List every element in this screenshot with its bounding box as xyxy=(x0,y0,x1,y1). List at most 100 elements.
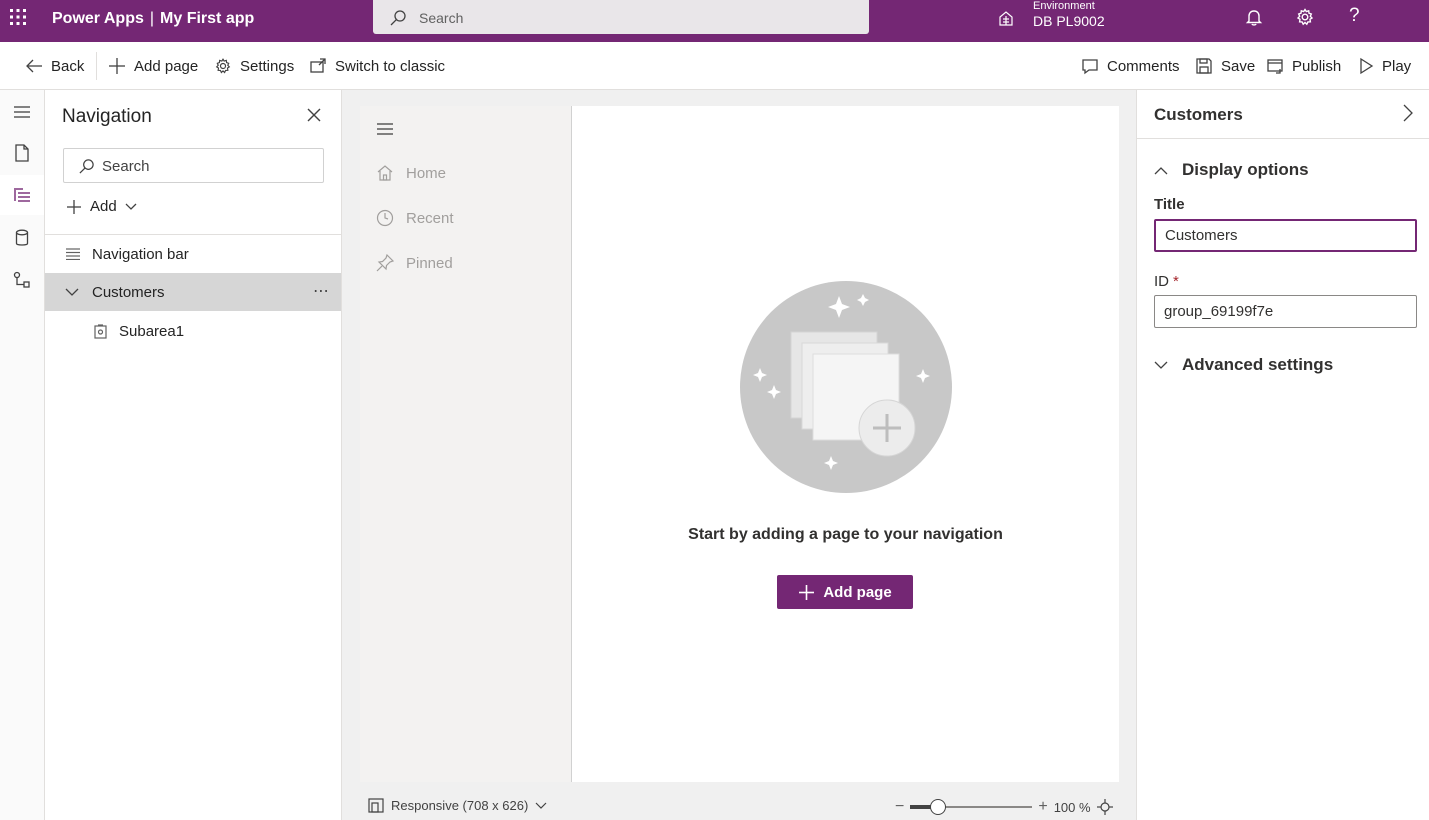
add-page-button[interactable]: Add page xyxy=(777,575,913,609)
app-name[interactable]: My First app xyxy=(160,10,254,27)
chevron-right-icon[interactable] xyxy=(1403,104,1413,122)
rail-navigation-button[interactable] xyxy=(0,175,44,215)
screen-size-dropdown[interactable]: Responsive (708 x 626) xyxy=(368,798,547,813)
rail-pages-button[interactable] xyxy=(0,133,44,173)
properties-panel-title: Customers xyxy=(1154,105,1243,124)
command-divider xyxy=(96,52,97,80)
more-options-icon[interactable]: ⋯ xyxy=(313,281,329,301)
app-launcher-waffle-icon[interactable] xyxy=(8,7,30,29)
tree-item-subarea1[interactable]: Subarea1 xyxy=(45,312,341,350)
global-search-box[interactable]: Search xyxy=(373,0,869,34)
zoom-out-button[interactable]: − xyxy=(895,798,904,816)
advanced-settings-section-toggle[interactable]: Advanced settings xyxy=(1154,355,1333,375)
help-icon[interactable]: ? xyxy=(1349,5,1360,27)
add-dropdown-button[interactable]: Add xyxy=(66,198,137,215)
sitemap-item-label: Home xyxy=(406,164,447,182)
tree-item-label: Customers xyxy=(92,283,165,301)
plus-icon xyxy=(108,57,126,75)
environment-label: Environment xyxy=(1033,0,1095,12)
back-button[interactable]: Back xyxy=(25,42,84,90)
hamburger-icon[interactable] xyxy=(376,122,394,136)
app-preview: Home Recent Pinned Start by adding a pag… xyxy=(360,106,1119,782)
play-command[interactable]: Play xyxy=(1358,42,1411,90)
chevron-down-icon[interactable] xyxy=(65,288,79,297)
save-label: Save xyxy=(1221,57,1256,75)
navigation-search-input[interactable]: Search xyxy=(63,148,324,183)
home-icon xyxy=(376,164,394,182)
sitemap-item-label: Recent xyxy=(406,209,454,227)
display-options-section-toggle[interactable]: Display options xyxy=(1154,160,1309,180)
switch-classic-label: Switch to classic xyxy=(335,57,446,75)
settings-command[interactable]: Settings xyxy=(214,42,294,90)
tree-item-label: Subarea1 xyxy=(119,322,185,340)
notifications-bell-icon[interactable] xyxy=(1244,7,1264,27)
divider xyxy=(1137,138,1429,139)
list-icon xyxy=(65,248,81,260)
top-bar: Power Apps | My First app Search Environme… xyxy=(0,0,1429,42)
add-page-command[interactable]: Add page xyxy=(108,42,198,90)
plus-icon xyxy=(66,199,82,215)
comment-icon xyxy=(1081,57,1099,75)
data-icon xyxy=(15,229,29,247)
save-icon xyxy=(1195,57,1213,75)
gear-icon xyxy=(214,57,232,75)
arrow-left-icon xyxy=(25,57,43,75)
zoom-level: 100 % xyxy=(1053,799,1091,815)
open-external-icon xyxy=(309,57,327,75)
add-page-label: Add page xyxy=(134,57,199,75)
canvas-status-bar: Responsive (708 x 626) − + 100 % xyxy=(342,795,1136,820)
empty-state-message: Start by adding a page to your navigatio… xyxy=(688,526,1003,543)
page-icon xyxy=(14,144,30,162)
comments-label: Comments xyxy=(1107,57,1180,75)
back-label: Back xyxy=(51,57,85,75)
subarea-icon xyxy=(94,323,107,339)
fit-to-screen-icon[interactable] xyxy=(1096,799,1113,815)
rail-data-button[interactable] xyxy=(0,218,44,258)
id-label-text: ID xyxy=(1154,273,1169,290)
title-separator: | xyxy=(149,10,155,27)
product-name: Power Apps xyxy=(52,10,144,27)
save-command[interactable]: Save xyxy=(1195,42,1255,90)
settings-gear-icon[interactable] xyxy=(1295,7,1315,27)
environment-icon xyxy=(997,9,1015,27)
sitemap-item-recent[interactable]: Recent xyxy=(376,209,454,227)
command-bar: Back Add page Settings Switch to classic… xyxy=(0,42,1429,90)
sitemap-item-home[interactable]: Home xyxy=(376,164,446,182)
id-input[interactable] xyxy=(1154,295,1417,328)
search-placeholder: Search xyxy=(419,10,464,26)
required-indicator: * xyxy=(1173,273,1179,290)
properties-panel: Customers Display options Title ID* Adva… xyxy=(1136,90,1429,820)
app-title: Power Apps | My First app xyxy=(52,10,254,28)
tree-item-label: Navigation bar xyxy=(92,245,189,263)
environment-name[interactable]: DB PL9002 xyxy=(1033,13,1105,29)
sitemap-item-pinned[interactable]: Pinned xyxy=(376,254,453,272)
tree-item-navigation-bar[interactable]: Navigation bar xyxy=(45,235,341,273)
search-placeholder: Search xyxy=(102,158,150,175)
close-icon[interactable] xyxy=(306,107,322,123)
publish-command[interactable]: Publish xyxy=(1266,42,1341,90)
title-input[interactable] xyxy=(1154,219,1417,252)
chevron-up-icon xyxy=(1154,166,1168,175)
add-page-button-label: Add page xyxy=(823,583,892,601)
tree-item-customers-group[interactable]: Customers ⋯ xyxy=(45,273,341,311)
rail-menu-button[interactable] xyxy=(0,92,44,132)
pin-icon xyxy=(376,254,394,272)
publish-icon xyxy=(1266,57,1284,75)
rail-flows-button[interactable] xyxy=(0,260,44,300)
comments-command[interactable]: Comments xyxy=(1081,42,1180,90)
settings-label: Settings xyxy=(240,57,295,75)
title-field-label: Title xyxy=(1154,196,1185,213)
search-icon xyxy=(389,9,407,27)
tree-view-icon xyxy=(13,187,31,203)
zoom-slider-thumb[interactable] xyxy=(930,799,947,815)
play-label: Play xyxy=(1382,57,1412,75)
navigation-panel-title: Navigation xyxy=(62,106,152,127)
preview-sitemap: Home Recent Pinned xyxy=(360,106,572,782)
plus-icon xyxy=(798,584,815,601)
navigation-panel: Navigation Search Add Navigation bar Cus… xyxy=(45,90,342,820)
zoom-in-button[interactable]: + xyxy=(1038,798,1047,816)
switch-to-classic-command[interactable]: Switch to classic xyxy=(309,42,445,90)
search-icon xyxy=(78,158,95,175)
empty-state-illustration xyxy=(739,280,953,494)
zoom-slider[interactable] xyxy=(910,798,1033,816)
